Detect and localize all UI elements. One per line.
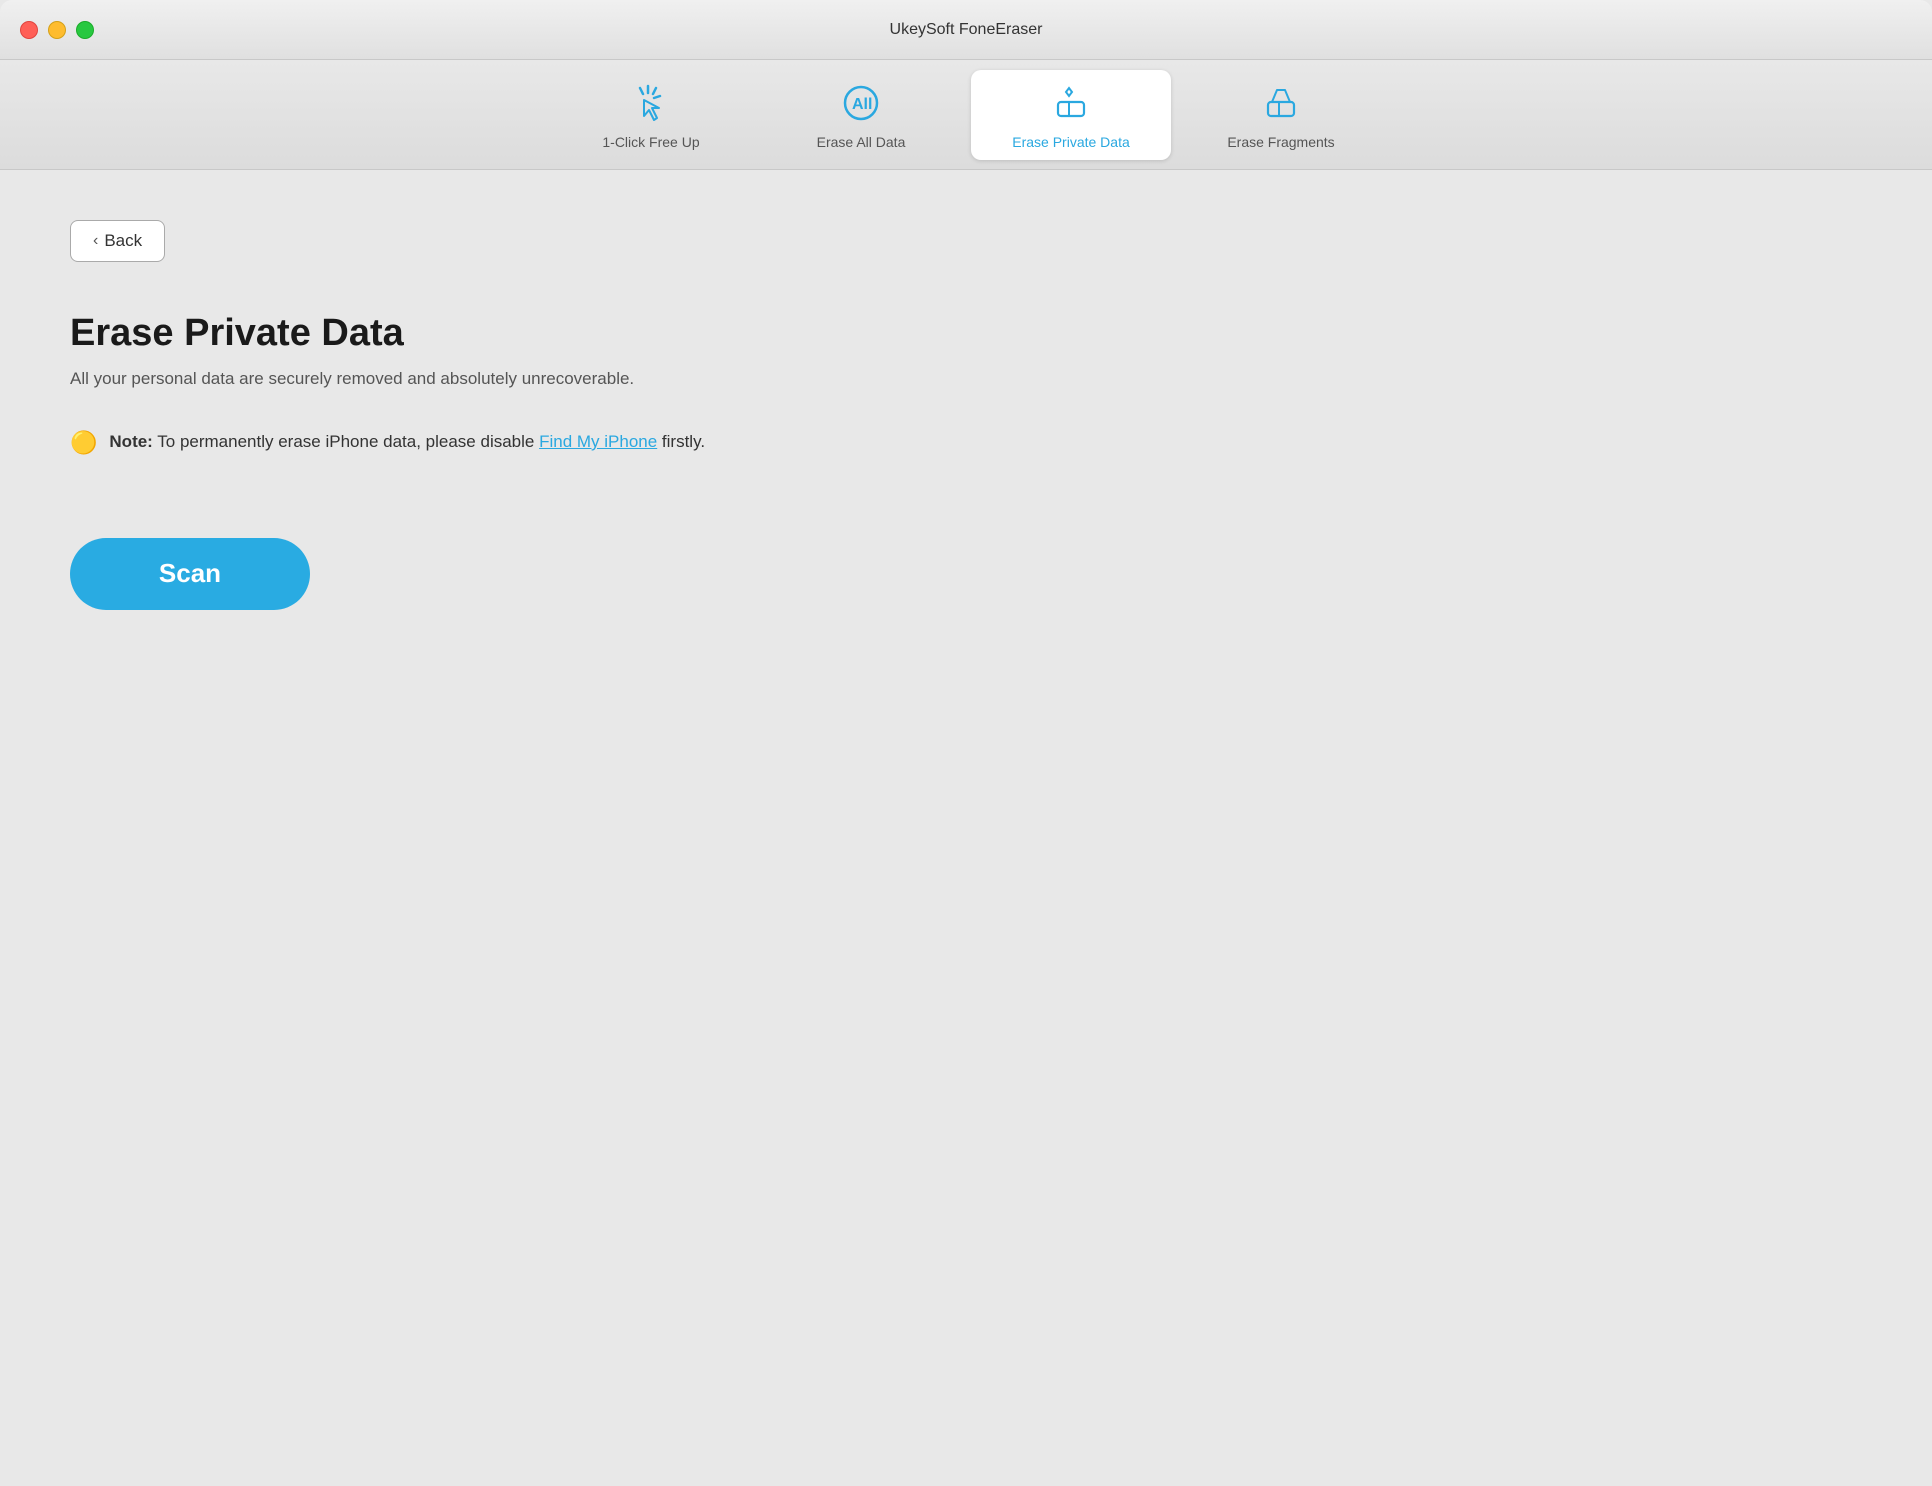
back-chevron-icon: ‹	[93, 232, 98, 250]
scan-button[interactable]: Scan	[70, 538, 310, 610]
tab-one-click-label: 1-Click Free Up	[602, 134, 699, 150]
erase-all-icon: All	[838, 80, 884, 126]
note-suffix-text: firstly.	[657, 432, 705, 451]
one-click-icon	[628, 80, 674, 126]
traffic-lights	[20, 21, 94, 39]
tab-erase-private-label: Erase Private Data	[1012, 134, 1130, 150]
note-prefix-text: To permanently erase iPhone data, please…	[153, 432, 539, 451]
note-row: 🟡 Note: To permanently erase iPhone data…	[70, 429, 1862, 458]
title-bar: UkeySoft FoneEraser	[0, 0, 1932, 60]
window-title: UkeySoft FoneEraser	[890, 21, 1043, 39]
close-button[interactable]	[20, 21, 38, 39]
main-content: ‹ Back Erase Private Data All your perso…	[0, 170, 1932, 1486]
tab-erase-fragments-label: Erase Fragments	[1227, 134, 1334, 150]
tab-erase-private[interactable]: Erase Private Data	[971, 70, 1171, 160]
minimize-button[interactable]	[48, 21, 66, 39]
find-my-iphone-link[interactable]: Find My iPhone	[539, 432, 657, 451]
erase-fragments-icon	[1258, 80, 1304, 126]
tab-erase-all[interactable]: All Erase All Data	[761, 70, 961, 160]
warning-icon: 🟡	[70, 429, 97, 458]
page-title: Erase Private Data	[70, 312, 1862, 355]
app-window: UkeySoft FoneEraser 1-Click Free Up	[0, 0, 1932, 1486]
tab-erase-fragments[interactable]: Erase Fragments	[1181, 70, 1381, 160]
back-button[interactable]: ‹ Back	[70, 220, 165, 262]
note-text: Note: To permanently erase iPhone data, …	[109, 429, 705, 455]
tab-erase-all-label: Erase All Data	[817, 134, 906, 150]
erase-private-icon	[1048, 80, 1094, 126]
page-subtitle: All your personal data are securely remo…	[70, 369, 1862, 389]
back-button-label: Back	[104, 231, 142, 251]
note-label: Note:	[109, 432, 152, 451]
maximize-button[interactable]	[76, 21, 94, 39]
tab-one-click[interactable]: 1-Click Free Up	[551, 70, 751, 160]
svg-text:All: All	[852, 96, 872, 113]
scan-button-label: Scan	[159, 558, 221, 589]
tab-bar: 1-Click Free Up All Erase All Data	[0, 60, 1932, 170]
